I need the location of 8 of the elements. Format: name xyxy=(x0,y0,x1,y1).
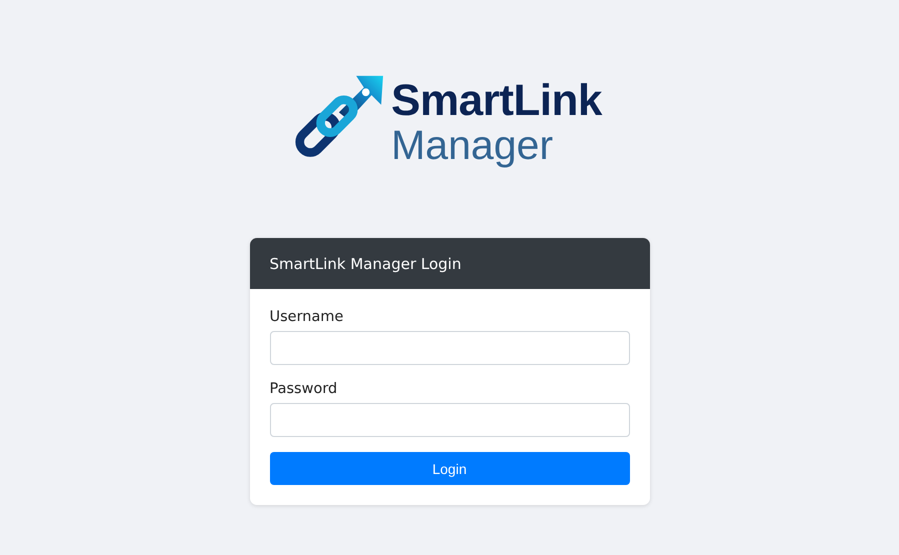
input-field[interactable] xyxy=(270,331,630,365)
login-button[interactable]: Login xyxy=(270,452,630,485)
logo-subtitle: Manager xyxy=(391,124,554,166)
field-label: Username xyxy=(270,309,344,325)
field-label: Password xyxy=(270,381,338,397)
logo-wordmark: SmartLink xyxy=(391,78,602,122)
input-field[interactable] xyxy=(270,403,630,437)
card-title: SmartLink Manager Login xyxy=(270,254,462,272)
